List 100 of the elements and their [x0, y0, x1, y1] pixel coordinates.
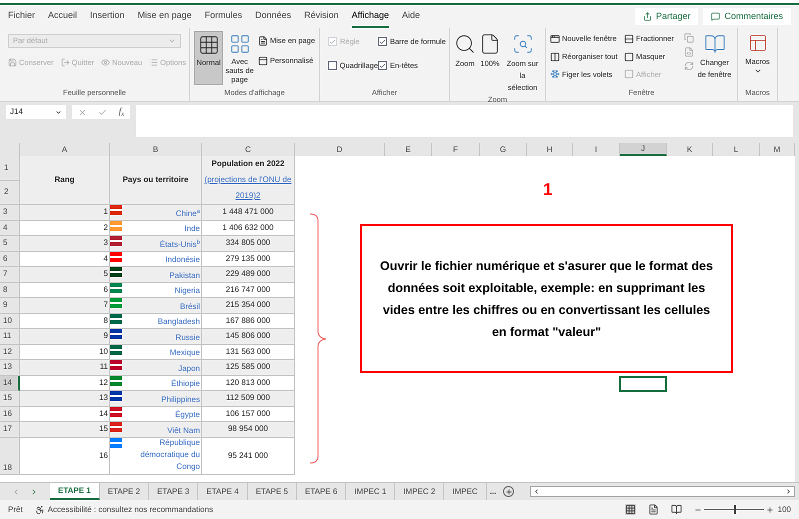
row-header[interactable]: 13 — [0, 360, 20, 376]
checkbox[interactable] — [378, 37, 387, 46]
formula-input[interactable] — [136, 105, 793, 137]
plus-icon — [504, 488, 513, 496]
next-sheet-icon[interactable] — [30, 488, 38, 496]
row-header[interactable]: 11 — [0, 329, 20, 344]
table-cell: 4 — [20, 252, 110, 267]
table-cell: 2 — [20, 220, 110, 236]
row-header[interactable]: 9 — [0, 298, 20, 314]
country-link[interactable]: Indonésie — [165, 254, 201, 266]
row-header[interactable]: 15 — [0, 391, 20, 406]
zoom-in-icon[interactable] — [766, 506, 774, 514]
table-cell: 13 — [20, 391, 110, 406]
column-header[interactable]: J — [620, 143, 667, 156]
column-header[interactable]: K — [667, 143, 713, 156]
row-header[interactable]: 4 — [0, 220, 20, 236]
sheet-tab[interactable]: ETAPE 1 — [50, 483, 100, 500]
country-link[interactable]: République démocratique du Congo — [122, 436, 201, 474]
row-header[interactable]: 18 — [0, 438, 20, 474]
table-header-cell: Pays ou territoire — [110, 156, 202, 205]
country-link[interactable]: Égypte — [175, 409, 201, 421]
accessibility-status[interactable]: Accessibilité : consultez nos recommandations — [34, 504, 214, 516]
column-header[interactable]: H — [527, 143, 573, 156]
zoom-thumb[interactable] — [734, 505, 736, 514]
snowflake-icon — [550, 69, 560, 80]
caret-icon — [55, 108, 62, 116]
scroll-right-icon[interactable] — [785, 488, 792, 495]
table-cell: 15 — [20, 422, 110, 438]
table-cell: 6 — [20, 282, 110, 298]
zoom-reading: 100 — [778, 504, 791, 516]
panel-icon — [258, 56, 268, 66]
menu-tab[interactable]: Aide — [402, 5, 420, 28]
row-header[interactable]: 1 — [0, 156, 19, 180]
grid-icon — [198, 34, 220, 56]
page-icon — [479, 33, 501, 55]
row-header[interactable]: 16 — [0, 406, 20, 422]
sheet-view-icon — [149, 58, 158, 68]
window-icon — [550, 34, 560, 44]
column-header[interactable]: D — [295, 143, 385, 156]
accessibility-icon — [34, 504, 45, 514]
add-sheet-icon[interactable] — [503, 486, 514, 497]
table-cell: 145 806 000 — [202, 329, 295, 344]
table-header-cell-text: Population en 2022 — [212, 158, 284, 170]
column-header[interactable]: G — [480, 143, 527, 156]
table-cell: 3 — [20, 236, 110, 252]
country-link[interactable]: Japon — [178, 362, 201, 374]
table-cell: 11 — [20, 360, 110, 376]
share-button[interactable]: Partager — [634, 8, 698, 25]
scroll-left-icon[interactable] — [533, 488, 540, 495]
row-header[interactable]: 8 — [0, 282, 20, 298]
page-layout-icon[interactable] — [648, 504, 659, 515]
square-icon — [624, 52, 634, 62]
table-cell: 112 509 000 — [202, 391, 295, 406]
row-header[interactable]: 5 — [0, 236, 20, 252]
table-cell: 216 747 000 — [202, 282, 295, 298]
table-cell: 167 886 000 — [202, 314, 295, 329]
name-box[interactable]: J14 — [6, 105, 66, 119]
row-header[interactable]: 14 — [0, 376, 20, 391]
share-icon — [642, 12, 652, 21]
comments-button[interactable]: Commentaires — [703, 8, 791, 25]
menu-tab[interactable]: Insertion — [90, 5, 125, 28]
country-link[interactable]: Brésil — [180, 300, 201, 312]
country-link[interactable]: Nigeria — [174, 285, 201, 297]
row-header[interactable]: 12 — [0, 344, 20, 360]
table-header-cell: Rang — [20, 156, 110, 205]
sheet-view-icon — [8, 58, 17, 68]
square-icon — [624, 69, 634, 80]
table-cell: 9 — [20, 329, 110, 344]
menu-tab[interactable]: Accueil — [48, 5, 78, 28]
row-header[interactable]: 6 — [0, 252, 20, 267]
column-header[interactable]: F — [432, 143, 480, 156]
menu-tab[interactable]: Révision — [304, 5, 339, 28]
menu-tab[interactable]: Formules — [204, 5, 242, 28]
country-link[interactable]: Mexique — [170, 347, 201, 359]
country-link[interactable]: Inde — [184, 223, 201, 235]
country-link[interactable]: Éthiopie — [171, 378, 201, 390]
more-sheets-button[interactable]: ... — [486, 486, 500, 498]
country-link[interactable]: Bangladesh — [158, 316, 201, 328]
table-cell: 5 — [20, 267, 110, 282]
split-icon — [624, 34, 634, 44]
selected-cell[interactable] — [619, 376, 667, 392]
row-header[interactable]: 3 — [0, 205, 20, 220]
menu-tab[interactable]: Fichier — [8, 5, 36, 28]
column-header[interactable]: E — [385, 143, 432, 156]
menu-tab[interactable]: Données — [255, 5, 292, 28]
source-link[interactable]: (projections de l'ONU de 2019)2 — [204, 172, 292, 204]
page-grid-icon — [228, 33, 251, 55]
comment-icon — [711, 12, 720, 21]
row-header[interactable]: 17 — [0, 422, 20, 438]
column-header[interactable]: L — [713, 143, 760, 156]
checkbox[interactable] — [378, 61, 387, 70]
row-header[interactable]: 10 — [0, 314, 20, 329]
table-cell: 215 354 000 — [202, 298, 295, 314]
table-cell: 10 — [20, 344, 110, 360]
menu-tab[interactable]: Mise en page — [138, 5, 192, 28]
normal-view-icon[interactable] — [624, 504, 636, 515]
insert-function-button[interactable]: f$_{x}$ — [118, 105, 124, 119]
row-header[interactable]: 7 — [0, 267, 20, 282]
columns-icon — [550, 52, 560, 62]
checkbox[interactable] — [328, 61, 337, 70]
